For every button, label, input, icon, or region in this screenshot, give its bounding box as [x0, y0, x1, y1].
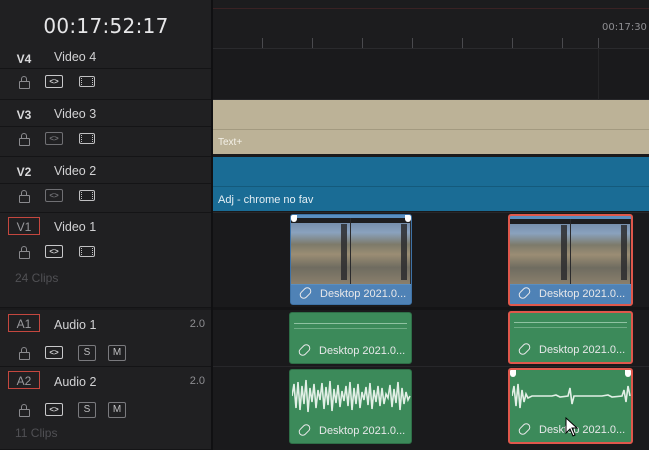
ruler-tick	[512, 38, 513, 48]
ruler-tick	[412, 38, 413, 48]
clip-count: 24 Clips	[15, 271, 59, 285]
film-icon[interactable]	[79, 246, 95, 257]
track-header-v1[interactable]: V1 Video 1 <> 24 Clips	[0, 213, 211, 308]
ruler-tick	[462, 38, 463, 48]
timecode-display[interactable]: 00:17:52:17	[0, 14, 212, 38]
mouse-cursor-icon	[565, 417, 579, 437]
audio-clip[interactable]: Desktop 2021.0...	[289, 312, 412, 364]
auto-select-icon[interactable]: <>	[45, 346, 63, 359]
track-header-a1[interactable]: A1 Audio 1 2.0 <> S M	[0, 310, 211, 367]
ruler-tick	[312, 38, 313, 48]
clip-thumbnails	[291, 218, 411, 284]
clip-name: Desktop 2021.0...	[539, 288, 626, 300]
ruler-marker-line	[213, 8, 649, 9]
track-level: 2.0	[189, 375, 205, 387]
clip-name: Desktop 2021.0...	[319, 345, 406, 357]
track-header-divider[interactable]	[211, 0, 213, 450]
lock-icon[interactable]	[18, 133, 30, 146]
track-name[interactable]: Video 4	[54, 50, 96, 64]
track-id: V3	[16, 108, 32, 122]
clip-name: Desktop 2021.0...	[319, 425, 406, 437]
lock-icon[interactable]	[18, 190, 30, 203]
film-icon[interactable]	[79, 133, 95, 144]
link-icon	[297, 342, 312, 358]
trim-handle-right[interactable]	[625, 370, 631, 377]
clip-thumbnails	[510, 219, 631, 284]
link-icon	[517, 341, 532, 357]
link-icon	[297, 422, 312, 438]
trim-handle-left[interactable]	[291, 215, 297, 222]
track-id: V4	[16, 52, 32, 66]
gridline	[598, 48, 599, 100]
clip-name: Desktop 2021.0...	[539, 344, 626, 356]
clip-label: Adj - chrome no fav	[218, 194, 314, 206]
ruler-tick	[562, 38, 563, 48]
audio-waveform	[512, 383, 631, 409]
lock-icon[interactable]	[18, 404, 30, 417]
auto-select-icon[interactable]: <>	[45, 245, 63, 258]
solo-button[interactable]: S	[78, 402, 96, 418]
trim-handle-left[interactable]	[510, 370, 516, 377]
clip-name: Desktop 2021.0...	[320, 288, 407, 300]
track-name[interactable]: Video 1	[54, 220, 96, 234]
film-icon[interactable]	[79, 76, 95, 87]
video-clip-selected[interactable]: Desktop 2021.0...	[508, 214, 633, 306]
lock-icon[interactable]	[18, 347, 30, 360]
ruler-timecode-label: 00:17:30	[602, 22, 647, 33]
track-id: V2	[16, 165, 32, 179]
adjustment-clip[interactable]: Adj - chrome no fav	[213, 157, 649, 211]
auto-select-icon[interactable]: <>	[45, 189, 63, 202]
track-name[interactable]: Video 2	[54, 164, 96, 178]
audio-clip[interactable]: Desktop 2021.0...	[289, 369, 412, 444]
auto-select-icon[interactable]: <>	[45, 75, 63, 88]
track-destination-a1[interactable]: A1	[8, 314, 40, 332]
mute-button[interactable]: M	[108, 345, 126, 361]
track-header-a2[interactable]: A2 Audio 2 2.0 <> S M 11 Clips	[0, 367, 211, 450]
mute-button[interactable]: M	[108, 402, 126, 418]
track-destination-a2[interactable]: A2	[8, 371, 40, 389]
track-header-v3[interactable]: V3 Video 3 <>	[0, 100, 211, 157]
title-clip-text-plus[interactable]: Text+	[213, 100, 649, 154]
video-audio-separator[interactable]	[213, 307, 649, 310]
track-name[interactable]: Audio 1	[54, 318, 96, 332]
track-header-v4[interactable]: V4 Video 4 <>	[0, 48, 211, 100]
auto-select-icon[interactable]: <>	[45, 132, 63, 145]
solo-button[interactable]: S	[78, 345, 96, 361]
ruler-tick	[362, 38, 363, 48]
track-name[interactable]: Video 3	[54, 107, 96, 121]
ruler-tick	[598, 38, 599, 48]
track-name[interactable]: Audio 2	[54, 375, 96, 389]
audio-waveform	[292, 379, 411, 413]
track-level: 2.0	[189, 318, 205, 330]
lock-icon[interactable]	[18, 76, 30, 89]
link-icon	[517, 285, 532, 301]
link-icon	[517, 421, 532, 437]
track-header-v2[interactable]: V2 Video 2 <>	[0, 157, 211, 213]
video-clip[interactable]: Desktop 2021.0...	[290, 214, 412, 305]
film-icon[interactable]	[79, 190, 95, 201]
audio-clip-selected[interactable]: Desktop 2021.0...	[508, 311, 633, 364]
clip-count: 11 Clips	[15, 426, 58, 440]
trim-handle-right[interactable]	[405, 215, 411, 222]
auto-select-icon[interactable]: <>	[45, 403, 63, 416]
ruler-tick	[262, 38, 263, 48]
clip-name: Desktop 2021.0...	[539, 424, 626, 436]
lock-icon[interactable]	[18, 246, 30, 259]
link-icon	[298, 285, 313, 301]
clip-label: Text+	[218, 137, 243, 148]
track-destination-v1[interactable]: V1	[8, 217, 40, 235]
